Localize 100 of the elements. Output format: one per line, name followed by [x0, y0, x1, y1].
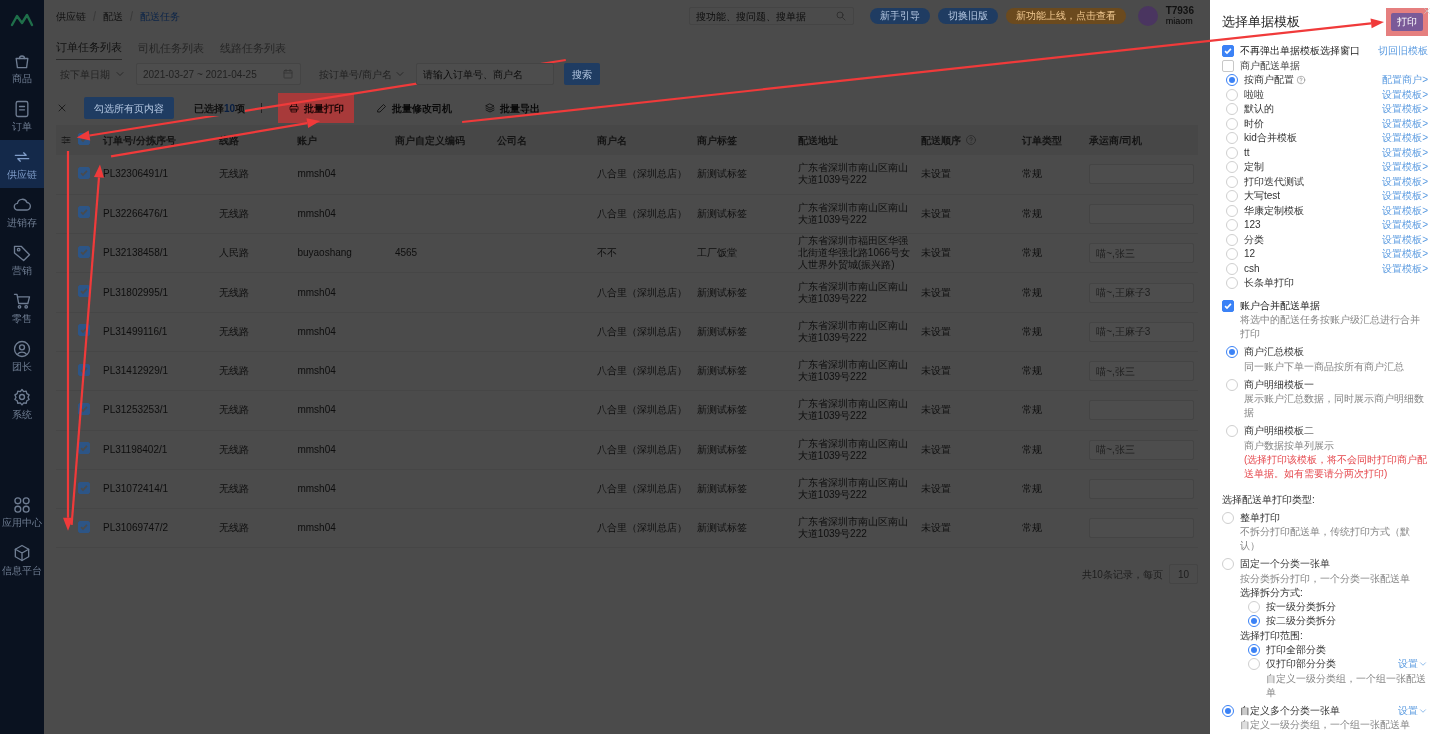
table-cell-text: mmsh04 — [297, 325, 337, 338]
radio-label: kid合并模板 — [1244, 131, 1297, 146]
sidebar-item[interactable]: 营销 — [0, 236, 44, 284]
table-cell-text: mmsh04 — [297, 207, 337, 220]
table-cell-text: PL31499116/1 — [103, 325, 169, 338]
radio-label: 按商户配置 — [1244, 73, 1294, 88]
table-cell-text: mmsh04 — [297, 443, 337, 456]
checkbox-label: 商户配送单据 — [1240, 58, 1300, 73]
radio-label: 自定义多个分类一张单 — [1240, 703, 1340, 718]
template-link[interactable]: 设置模板> — [1382, 174, 1428, 189]
description-text: 同一账户下单一商品按所有商户汇总 — [1243, 359, 1405, 374]
template-link[interactable]: 设置模板> — [1382, 218, 1428, 233]
sidebar-item[interactable]: 系统 — [0, 380, 44, 428]
radio-label: tt — [1244, 145, 1250, 160]
template-link[interactable]: 配置商户> — [1382, 73, 1428, 88]
table-cell-text: PL31802995/1 — [103, 286, 170, 299]
user-name: T7936 — [1165, 5, 1194, 16]
checkbox-label: 不再弹出单据模板选择窗口 — [1240, 44, 1360, 59]
select-all-pages-button[interactable]: 勾选所有页内容 — [84, 97, 174, 119]
table-cell-text: mmsh04 — [297, 483, 337, 495]
sidebar-item[interactable]: 信息平台 — [0, 536, 44, 584]
print-button[interactable]: 打印 — [1391, 13, 1423, 31]
table-cell-text: PL31412929/1 — [103, 365, 170, 378]
table-cell-text: PL31069747/2 — [103, 522, 170, 535]
table-cell-text: PL31198402/1 — [103, 443, 169, 456]
header-button[interactable]: 切换旧版 — [937, 8, 998, 24]
template-link[interactable]: 设置模板> — [1382, 145, 1428, 160]
template-link[interactable]: 设置模板> — [1382, 160, 1428, 175]
sidebar-item[interactable]: 团长 — [0, 332, 44, 380]
settings-link[interactable]: 设置 — [1398, 703, 1428, 718]
sidebar-item[interactable]: 进销存 — [0, 188, 44, 236]
selection-count: 已选择10项 — [194, 100, 246, 116]
sidebar-item[interactable]: 商品 — [0, 44, 44, 92]
radio-label: 按二级分类拆分 — [1266, 614, 1336, 629]
table-cell-text: mmsh04 — [297, 522, 337, 535]
batch-action-button[interactable]: 批量修改司机 — [366, 93, 463, 123]
radio-label: 大写test — [1244, 189, 1281, 204]
checkbox-label: 账户合并配送单据 — [1240, 298, 1320, 313]
radio-label: csh — [1244, 261, 1260, 276]
description-text: 商户数据按单列展示 — [1243, 438, 1335, 453]
batch-action-button[interactable]: 批量导出 — [474, 93, 551, 123]
warning-text: (选择打印该模板，将不会同时打印商户配送单据。如有需要请分两次打印) — [1243, 452, 1428, 481]
description-text: 自定义一级分类组，一个组一张配送单 — [1239, 718, 1411, 732]
table-cell-text: buyaoshang — [297, 247, 353, 260]
template-link[interactable]: 设置模板> — [1382, 203, 1428, 218]
table-cell-text: mmsh04 — [297, 168, 337, 181]
template-link[interactable]: 设置模板> — [1382, 247, 1428, 262]
header-button[interactable]: 新功能上线，点击查看 — [1005, 8, 1126, 24]
radio-label: 商户汇总模板 — [1244, 345, 1304, 360]
group-heading: 选择拆分方式: — [1240, 585, 1304, 600]
panel-title: 选择单据模板 — [1222, 15, 1300, 29]
radio-label: 长条单打印 — [1244, 276, 1294, 291]
template-link[interactable]: 设置模板> — [1382, 87, 1428, 102]
radio-label: 华康定制模板 — [1244, 203, 1304, 218]
template-link[interactable]: 设置模板> — [1382, 116, 1428, 131]
radio-label: 按一级分类拆分 — [1266, 599, 1336, 614]
template-link[interactable]: 设置模板> — [1382, 189, 1428, 204]
sidebar-item[interactable]: 订单 — [0, 92, 44, 140]
table-cell-text: mmsh04 — [297, 404, 337, 417]
radio-label: 定制 — [1244, 160, 1264, 175]
table-cell-text: 4565 — [394, 247, 419, 260]
radio-label: 商户明细模板一 — [1244, 377, 1314, 392]
group-heading: 选择打印范围: — [1240, 628, 1304, 643]
table-cell-text: PL32138458/1 — [103, 247, 170, 260]
template-link[interactable]: 切回旧模板 — [1378, 44, 1428, 59]
radio-label: 分类 — [1244, 232, 1264, 247]
radio-label: 打印全部分类 — [1266, 642, 1326, 657]
user-account: miaom — [1165, 16, 1194, 27]
radio-label: 商户明细模板二 — [1244, 424, 1314, 439]
table-cell-text: PL31253253/1 — [103, 404, 170, 417]
table-cell-text: PL32306491/1 — [103, 168, 170, 181]
radio-label: 啦啦 — [1244, 87, 1264, 102]
description-text: 将选中的配送任务按账户级汇总进行合并打印 — [1239, 313, 1421, 341]
radio-label: 默认的 — [1244, 102, 1274, 117]
sidebar-item[interactable]: 零售 — [0, 284, 44, 332]
table-cell-text: 不不 — [597, 247, 619, 260]
template-link[interactable]: 设置模板> — [1382, 261, 1428, 276]
search-button[interactable]: 搜索 — [563, 63, 600, 85]
table-cell-text: mmsh04 — [297, 286, 337, 299]
radio-label: 打印迭代测试 — [1244, 174, 1304, 189]
settings-link[interactable]: 设置 — [1398, 657, 1428, 672]
sidebar-item[interactable]: 应用中心 — [0, 488, 44, 536]
radio-label: 12 — [1244, 247, 1256, 262]
radio-label: 123 — [1244, 218, 1261, 233]
table-cell-text: PL32266476/1 — [103, 207, 170, 220]
section-heading: 选择配送单打印类型: — [1222, 492, 1316, 507]
description-text: 按分类拆分打印，一个分类一张配送单 — [1239, 571, 1411, 586]
description-text: 自定义一级分类组，一个组一张配送单 — [1265, 671, 1427, 700]
radio-label: 固定一个分类一张单 — [1240, 557, 1330, 572]
radio-label: 时价 — [1244, 116, 1264, 131]
sidebar-item[interactable]: 供应链 — [0, 140, 44, 188]
radio-label: 仅打印部分分类 — [1266, 657, 1336, 672]
template-link[interactable]: 设置模板> — [1382, 232, 1428, 247]
description-text: 展示账户汇总数据，同时展示商户明细数据 — [1243, 392, 1425, 420]
template-link[interactable]: 设置模板> — [1382, 131, 1428, 146]
radio-label: 整单打印 — [1240, 510, 1280, 525]
header-button[interactable]: 新手引导 — [869, 8, 930, 24]
template-link[interactable]: 设置模板> — [1382, 102, 1428, 117]
batch-action-button[interactable]: 批量打印 — [278, 93, 355, 123]
table-cell-text: mmsh04 — [297, 365, 337, 378]
